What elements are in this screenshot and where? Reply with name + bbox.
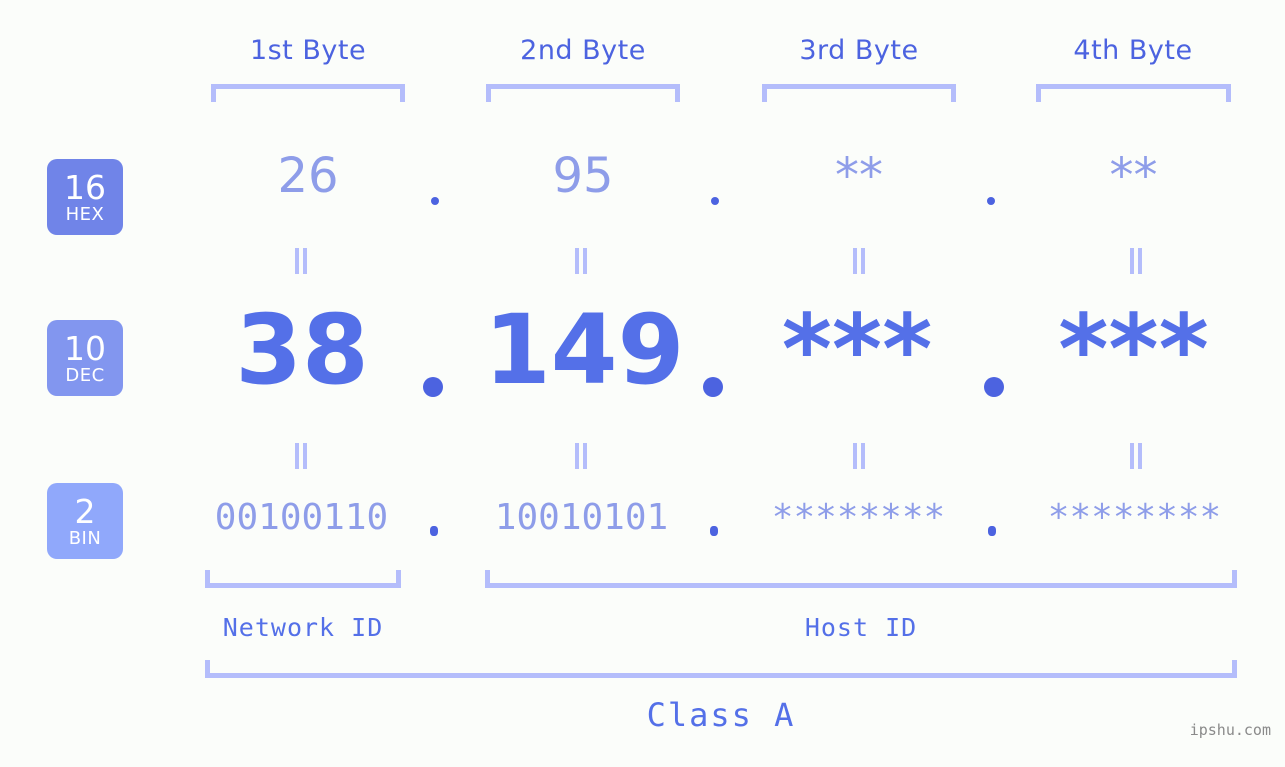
dec-byte-2: 149 <box>484 294 685 406</box>
host-id-bracket <box>485 570 1237 588</box>
hex-row: 26 95 ** ** <box>0 152 1285 222</box>
ip-address-breakdown-diagram: 1st Byte 2nd Byte 3rd Byte 4th Byte 16 H… <box>0 0 1285 767</box>
byte-bracket-1 <box>211 84 405 102</box>
network-id-label: Network ID <box>222 613 384 642</box>
dec-separator-dot-1 <box>423 377 443 397</box>
byte-header-2: 2nd Byte <box>520 35 646 66</box>
bin-separator-dot-1 <box>430 526 438 536</box>
hex-byte-2: 95 <box>552 148 614 204</box>
equivalence-mark-hex-dec-1 <box>294 248 308 274</box>
hex-byte-3: ** <box>835 148 883 204</box>
byte-bracket-3 <box>762 84 956 102</box>
hex-separator-dot-2 <box>711 197 719 205</box>
dec-byte-4: *** <box>1058 294 1209 406</box>
bin-separator-dot-2 <box>710 526 718 536</box>
dec-separator-dot-2 <box>703 377 723 397</box>
hex-separator-dot-1 <box>431 197 439 205</box>
equivalence-mark-dec-bin-2 <box>574 443 588 469</box>
byte-bracket-2 <box>486 84 680 102</box>
byte-header-3: 3rd Byte <box>799 35 919 66</box>
hex-byte-4: ** <box>1109 148 1158 204</box>
equivalence-mark-dec-bin-1 <box>294 443 308 469</box>
equivalence-mark-hex-dec-4 <box>1129 248 1143 274</box>
site-watermark: ipshu.com <box>1189 721 1271 739</box>
hex-byte-1: 26 <box>277 148 339 204</box>
host-id-label: Host ID <box>804 613 918 642</box>
bin-byte-3: ******** <box>771 497 946 538</box>
dec-byte-1: 38 <box>235 294 369 406</box>
hex-separator-dot-3 <box>987 197 995 205</box>
equivalence-mark-hex-dec-2 <box>574 248 588 274</box>
class-label: Class A <box>646 696 796 734</box>
equivalence-mark-dec-bin-3 <box>852 443 866 469</box>
equivalence-mark-dec-bin-4 <box>1129 443 1143 469</box>
dec-separator-dot-3 <box>984 377 1004 397</box>
class-bracket <box>205 660 1237 678</box>
bin-byte-1: 00100110 <box>214 497 389 538</box>
byte-header-4: 4th Byte <box>1073 35 1193 66</box>
bin-byte-4: ******** <box>1047 497 1222 538</box>
byte-bracket-4 <box>1036 84 1231 102</box>
network-id-bracket <box>205 570 401 588</box>
dec-row: 38 149 *** *** <box>0 302 1285 412</box>
equivalence-mark-hex-dec-3 <box>852 248 866 274</box>
bin-separator-dot-3 <box>988 526 996 536</box>
byte-header-1: 1st Byte <box>249 35 367 66</box>
dec-byte-3: *** <box>781 294 933 406</box>
bin-byte-2: 10010101 <box>494 497 669 538</box>
bin-row: 00100110 10010101 ******** ******** <box>0 500 1285 550</box>
